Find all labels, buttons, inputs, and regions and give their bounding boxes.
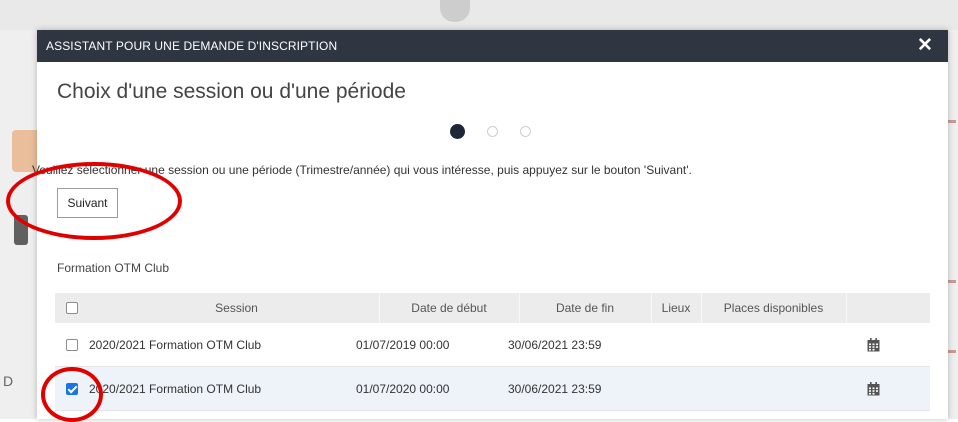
session-name: 2020/2021 Formation OTM Club (89, 337, 262, 352)
background-dash (948, 280, 956, 283)
select-all-cell (66, 293, 80, 323)
background-dash (948, 120, 956, 123)
row-checkbox-checked[interactable] (66, 382, 78, 395)
row-checkbox[interactable] (66, 338, 78, 351)
next-button[interactable]: Suivant (57, 188, 118, 218)
end-date: 30/06/2021 23:59 (508, 381, 602, 396)
close-icon[interactable]: ✕ (916, 35, 934, 57)
background-left-edge: D (0, 30, 37, 419)
dialog-title: ASSISTANT POUR UNE DEMANDE D'INSCRIPTION (46, 39, 338, 53)
session-name: 2020/2021 Formation OTM Club (89, 381, 262, 396)
select-all-checkbox[interactable] (66, 302, 78, 314)
dialog-header: ASSISTANT POUR UNE DEMANDE D'INSCRIPTION… (37, 30, 948, 62)
table-row[interactable]: 2020/2021 Formation OTM Club 01/07/2019 … (55, 323, 930, 367)
calendar-icon[interactable] (867, 323, 880, 366)
calendar-icon[interactable] (867, 367, 880, 410)
column-header-places[interactable]: Places disponibles (701, 293, 846, 323)
start-date: 01/07/2019 00:00 (356, 337, 450, 352)
table-row-selected[interactable]: 2020/2021 Formation OTM Club 01/07/2020 … (55, 367, 930, 411)
section-title: Formation OTM Club (57, 261, 170, 275)
instruction-text: Veuillez sélectionner une session ou une… (32, 163, 692, 177)
background-top-bar (0, 0, 958, 30)
background-right-edge (948, 30, 958, 419)
registration-wizard-dialog: ASSISTANT POUR UNE DEMANDE D'INSCRIPTION… (32, 30, 948, 419)
column-header-start-date[interactable]: Date de début (379, 293, 519, 323)
row-select-cell (66, 323, 80, 366)
background-dash (948, 350, 956, 353)
start-date: 01/07/2020 00:00 (356, 381, 450, 396)
table-header: Session Date de début Date de fin Lieux … (55, 293, 930, 323)
end-date: 30/06/2021 23:59 (508, 337, 602, 352)
row-select-cell (66, 367, 80, 410)
page-title: Choix d'une session ou d'une période (57, 80, 406, 103)
column-header-lieux[interactable]: Lieux (651, 293, 701, 323)
step-dot-2 (487, 125, 498, 137)
column-header-session[interactable]: Session (94, 293, 379, 323)
step-dot-3 (520, 125, 531, 137)
wizard-step-indicator (450, 123, 531, 139)
sessions-table: Session Date de début Date de fin Lieux … (55, 293, 930, 411)
background-cap-icon (14, 215, 28, 245)
step-dot-1-active (450, 123, 465, 139)
background-text-fragment: D (3, 373, 14, 389)
background-logo (440, 0, 470, 22)
column-header-end-date[interactable]: Date de fin (519, 293, 651, 323)
